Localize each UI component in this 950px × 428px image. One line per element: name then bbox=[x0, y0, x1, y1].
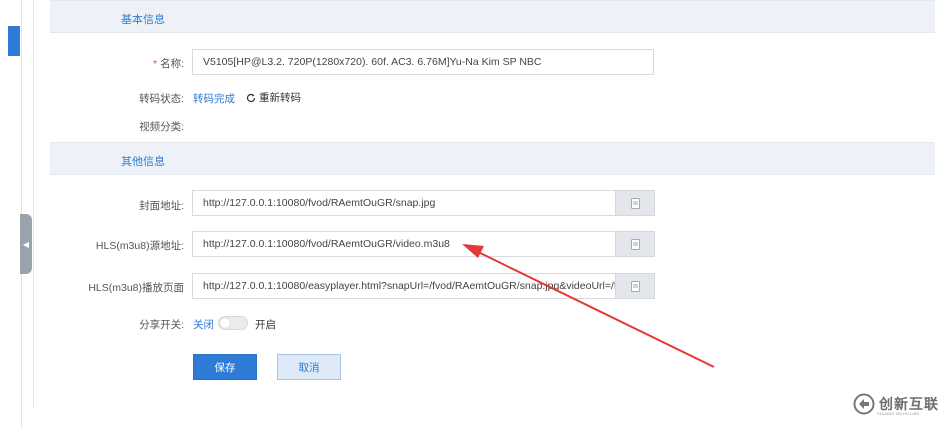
status-label: 转码状态: bbox=[139, 93, 184, 105]
player-url-input[interactable]: http://127.0.0.1:10080/easyplayer.html?s… bbox=[192, 273, 616, 299]
player-label: HLS(m3u8)播放页面 bbox=[88, 282, 184, 294]
cancel-button[interactable]: 取消 bbox=[277, 354, 341, 380]
save-button[interactable]: 保存 bbox=[193, 354, 257, 380]
section-title-basic: 基本信息 bbox=[121, 14, 165, 26]
copy-icon bbox=[630, 280, 640, 292]
collapse-handle[interactable]: ◀ bbox=[20, 214, 32, 274]
section-title-other: 其他信息 bbox=[121, 156, 165, 168]
refresh-icon bbox=[246, 93, 256, 102]
hls-label: HLS(m3u8)源地址: bbox=[95, 240, 184, 252]
share-toggle[interactable] bbox=[218, 316, 248, 330]
hls-url-input[interactable]: http://127.0.0.1:10080/fvod/RAemtOuGR/vi… bbox=[192, 231, 616, 257]
chevron-left-icon: ◀ bbox=[22, 239, 30, 249]
copy-cover-button[interactable] bbox=[615, 190, 655, 216]
retranscode-button[interactable]: 重新转码 bbox=[246, 90, 301, 105]
toggle-knob bbox=[220, 318, 230, 328]
cover-label: 封面地址: bbox=[139, 200, 184, 212]
copy-hls-button[interactable] bbox=[615, 231, 655, 257]
copy-icon bbox=[630, 238, 640, 250]
share-on-label: 开启 bbox=[255, 319, 276, 331]
sidebar-strip bbox=[0, 0, 22, 428]
form-panel: 基本信息 * 名称: V5105[HP@L3.2. 720P(1280x720).… bbox=[33, 0, 950, 408]
share-label: 分享开关: bbox=[139, 319, 184, 331]
section-header-basic: 基本信息 bbox=[50, 0, 935, 33]
retranscode-label: 重新转码 bbox=[259, 92, 301, 104]
copy-player-button[interactable] bbox=[615, 273, 655, 299]
name-label: * 名称: bbox=[152, 58, 184, 70]
share-off-label: 关闭 bbox=[193, 319, 214, 331]
required-mark: * bbox=[152, 58, 158, 70]
cover-url-input[interactable]: http://127.0.0.1:10080/fvod/RAemtOuGR/sn… bbox=[192, 190, 616, 216]
status-value: 转码完成 bbox=[193, 93, 235, 105]
watermark: 创新互联 CHUANG XIN HU LIAN bbox=[853, 393, 939, 416]
category-label: 视频分类: bbox=[139, 121, 184, 133]
copy-icon bbox=[630, 197, 640, 209]
watermark-subtext: CHUANG XIN HU LIAN bbox=[877, 411, 920, 416]
brand-logo-icon bbox=[853, 393, 875, 415]
section-header-other: 其他信息 bbox=[50, 142, 935, 175]
name-input[interactable]: V5105[HP@L3.2. 720P(1280x720). 60f. AC3.… bbox=[192, 49, 654, 75]
sidebar-active-indicator bbox=[8, 26, 20, 56]
